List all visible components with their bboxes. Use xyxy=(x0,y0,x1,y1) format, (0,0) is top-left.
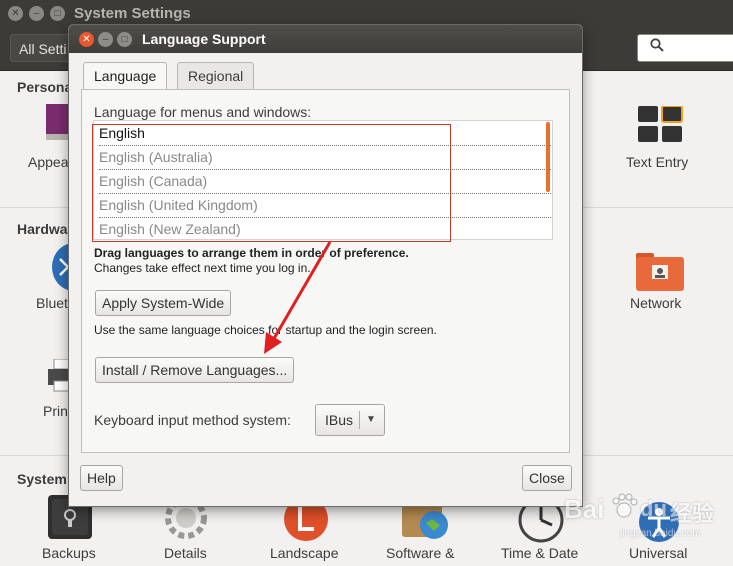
annotation-arrow xyxy=(264,241,332,354)
